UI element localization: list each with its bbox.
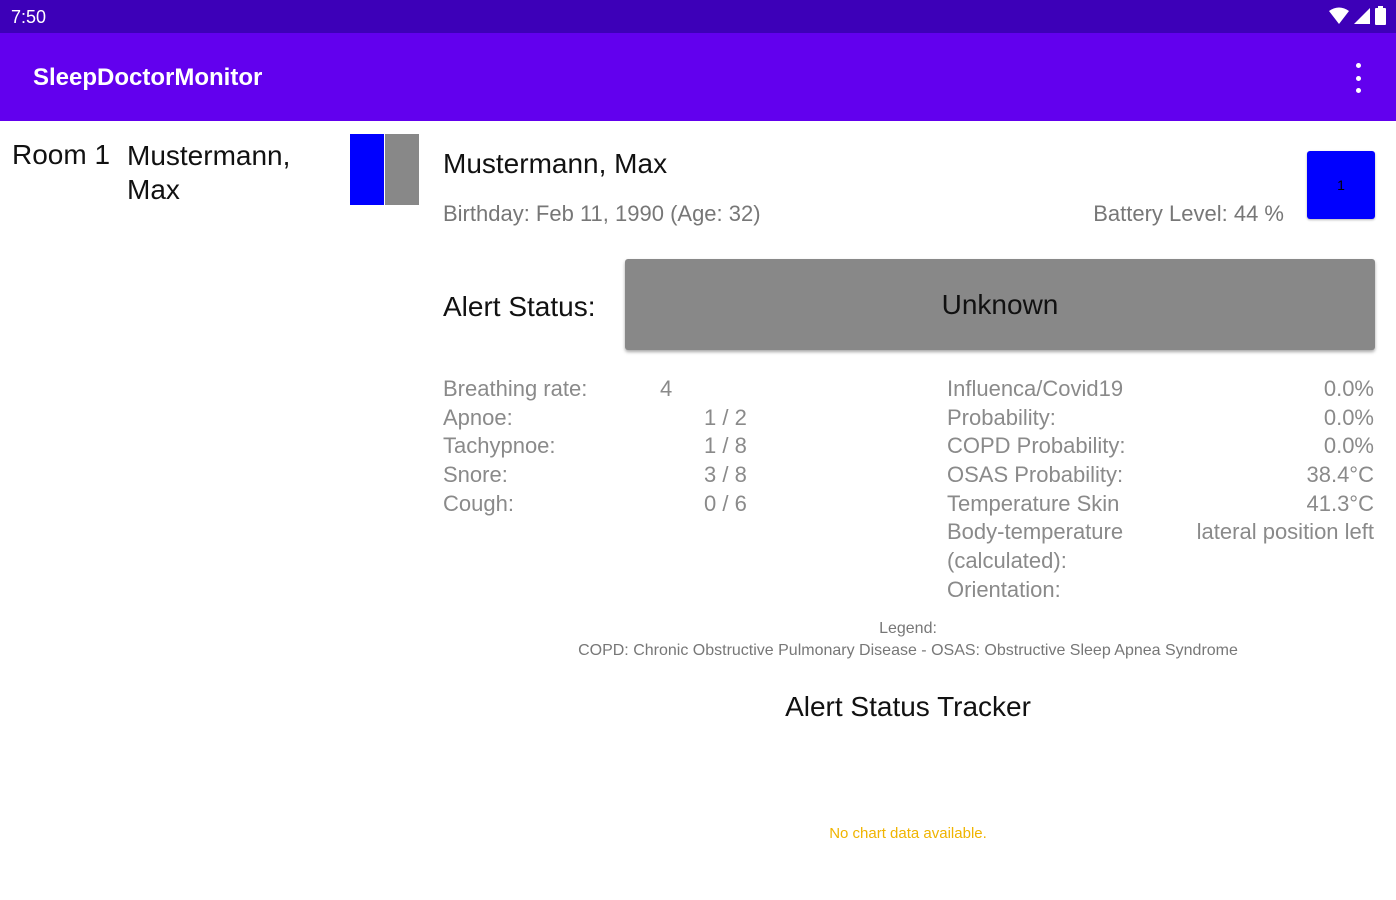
- app-title: SleepDoctorMonitor: [33, 64, 263, 91]
- metric-value-copd: 0.0%: [1323, 433, 1374, 458]
- patient-name: Mustermann, Max: [443, 148, 668, 179]
- status-indicator-gray: [385, 134, 419, 205]
- app-bar: SleepDoctorMonitor: [0, 33, 1396, 121]
- status-time: 7:50: [11, 7, 47, 27]
- overflow-dot-icon: [1355, 63, 1361, 68]
- alert-status-button[interactable]: Unknown: [625, 259, 1375, 350]
- metric-value-apnoe: 1 / 2: [704, 405, 747, 430]
- chart-empty-message: No chart data available.: [829, 825, 987, 842]
- metric-value-probability: 0.0%: [1323, 405, 1374, 430]
- metric-value-temperature-skin: 41.3°C: [1306, 491, 1374, 516]
- metric-label-influenca: Influenca/Covid19: [947, 376, 1124, 401]
- overflow-dot-icon: [1355, 88, 1361, 93]
- metric-label-calculated: (calculated):: [947, 548, 1067, 573]
- patient-list-item[interactable]: Room 1 Mustermann, Max: [0, 121, 425, 221]
- signal-icon: [1354, 7, 1370, 24]
- metric-value-osas: 38.4°C: [1306, 462, 1374, 487]
- metric-value-influenca: 0.0%: [1323, 376, 1374, 401]
- alert-tracker-title: Alert Status Tracker: [785, 691, 1031, 722]
- overflow-menu-button[interactable]: [1348, 63, 1368, 93]
- status-indicator-blue: [350, 134, 384, 205]
- battery-icon: [1375, 6, 1386, 25]
- metric-label-copd: COPD Probability:: [947, 433, 1126, 458]
- metric-label-temperature-skin: Temperature Skin: [947, 491, 1120, 516]
- metric-value-snore: 3 / 8: [704, 462, 747, 487]
- alert-status-label: Alert Status:: [443, 291, 596, 322]
- metric-label-orientation: Orientation:: [947, 577, 1061, 602]
- battery-level: Battery Level: 44 %: [1093, 201, 1284, 226]
- metric-label-breathing-rate: Breathing rate:: [443, 376, 588, 401]
- status-icons: [1329, 6, 1386, 25]
- overflow-dot-icon: [1355, 75, 1361, 81]
- status-bar: 7:50: [0, 0, 1396, 33]
- metric-label-osas: OSAS Probability:: [947, 462, 1124, 487]
- metric-label-probability: Probability:: [947, 405, 1056, 430]
- metric-value-orientation: lateral position left: [1196, 519, 1374, 544]
- metric-label-snore: Snore:: [443, 462, 508, 487]
- metric-value-tachypnoe: 1 / 8: [704, 433, 747, 458]
- patient-list-name: Mustermann, Max: [127, 140, 291, 205]
- metric-value-breathing-rate: 4: [660, 376, 673, 401]
- wifi-icon: [1329, 7, 1349, 24]
- metric-label-apnoe: Apnoe:: [443, 405, 513, 430]
- patient-birthday: Birthday: Feb 11, 1990 (Age: 32): [443, 201, 761, 226]
- legend-text: COPD: Chronic Obstructive Pulmonary Dise…: [578, 642, 1238, 659]
- metric-label-cough: Cough:: [443, 491, 514, 516]
- metric-label-tachypnoe: Tachypnoe:: [443, 433, 556, 458]
- device-badge-button[interactable]: 1: [1307, 151, 1375, 219]
- legend-title: Legend:: [879, 620, 937, 637]
- metric-label-body-temperature: Body-temperature: [947, 519, 1124, 544]
- room-label: Room 1: [12, 139, 111, 170]
- metric-value-cough: 0 / 6: [704, 491, 747, 516]
